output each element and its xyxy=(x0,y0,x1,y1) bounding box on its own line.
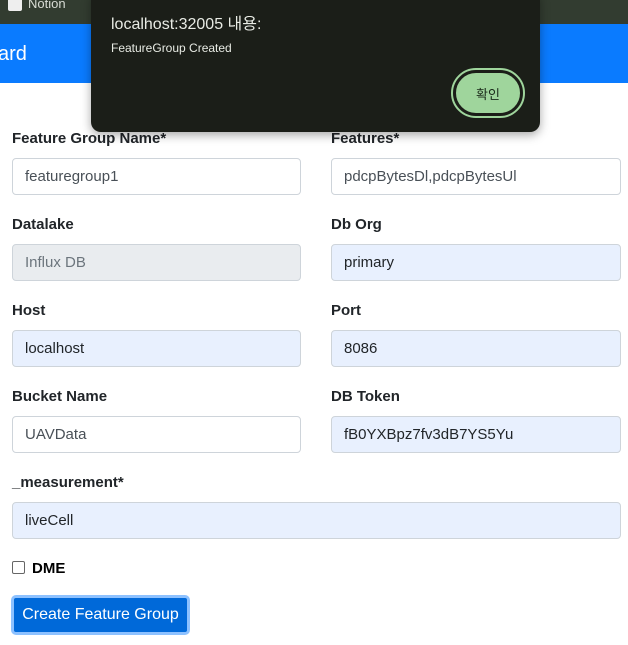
port-label: Port xyxy=(331,302,361,319)
db-token-input[interactable] xyxy=(331,416,621,453)
db-org-input[interactable] xyxy=(331,244,621,281)
bookmark-notion[interactable]: Notion xyxy=(8,0,66,11)
create-feature-group-button[interactable]: Create Feature Group xyxy=(11,595,190,635)
measurement-input[interactable] xyxy=(12,502,621,539)
feature-group-name-label: Feature Group Name* xyxy=(12,130,167,147)
feature-group-name-input[interactable] xyxy=(12,158,301,195)
bucket-name-input[interactable] xyxy=(12,416,301,453)
dme-label[interactable]: DME xyxy=(32,560,65,577)
dialog-message: FeatureGroup Created xyxy=(111,41,232,55)
datalake-input xyxy=(12,244,301,281)
features-input[interactable] xyxy=(331,158,621,195)
ok-button[interactable]: 확인 xyxy=(451,68,525,118)
header-title: ard xyxy=(0,43,27,65)
dialog-title: localhost:32005 내용: xyxy=(111,16,262,33)
alert-dialog: localhost:32005 내용: FeatureGroup Created… xyxy=(91,0,540,132)
port-input[interactable] xyxy=(331,330,621,367)
features-label: Features* xyxy=(331,130,400,147)
host-label: Host xyxy=(12,302,46,319)
db-token-label: DB Token xyxy=(331,388,400,405)
bucket-name-label: Bucket Name xyxy=(12,388,108,405)
measurement-label: _measurement* xyxy=(12,474,124,491)
dme-checkbox[interactable] xyxy=(12,561,25,574)
notion-icon xyxy=(8,0,22,11)
host-input[interactable] xyxy=(12,330,301,367)
datalake-label: Datalake xyxy=(12,216,74,233)
db-org-label: Db Org xyxy=(331,216,382,233)
bookmark-label: Notion xyxy=(28,0,66,11)
